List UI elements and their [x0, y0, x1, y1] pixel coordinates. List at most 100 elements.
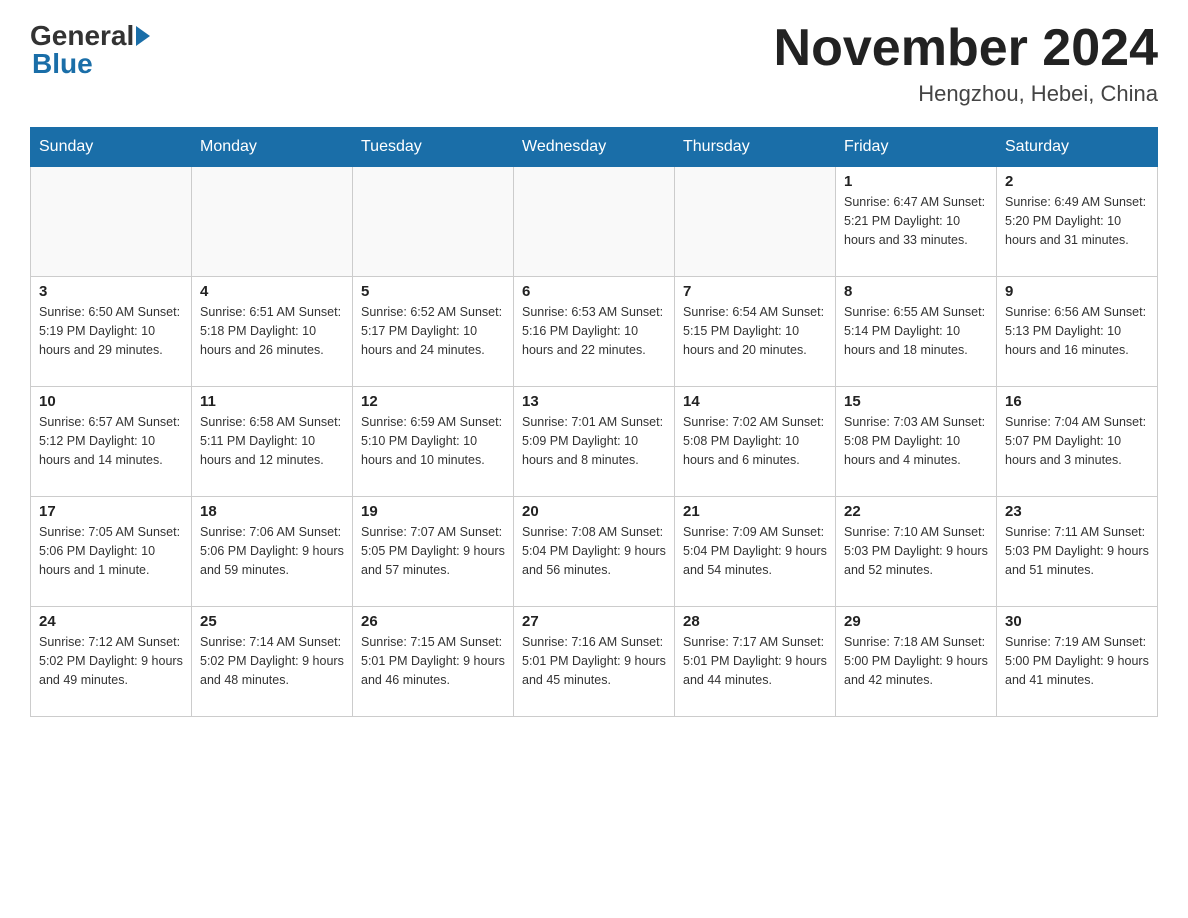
logo: General Blue — [30, 20, 152, 80]
calendar-day-cell: 15Sunrise: 7:03 AM Sunset: 5:08 PM Dayli… — [836, 387, 997, 497]
day-number: 10 — [39, 393, 183, 410]
day-number: 26 — [361, 613, 505, 630]
day-number: 6 — [522, 283, 666, 300]
day-info: Sunrise: 7:16 AM Sunset: 5:01 PM Dayligh… — [522, 633, 666, 689]
calendar-day-cell: 16Sunrise: 7:04 AM Sunset: 5:07 PM Dayli… — [997, 387, 1158, 497]
day-info: Sunrise: 7:18 AM Sunset: 5:00 PM Dayligh… — [844, 633, 988, 689]
day-number: 4 — [200, 283, 344, 300]
calendar-day-cell: 2 Sunrise: 6:49 AM Sunset: 5:20 PM Daylig… — [997, 167, 1158, 277]
day-info: Sunrise: 7:11 AM Sunset: 5:03 PM Dayligh… — [1005, 523, 1149, 579]
header-day-friday: Friday — [836, 128, 997, 167]
day-info: Sunrise: 7:03 AM Sunset: 5:08 PM Dayligh… — [844, 413, 988, 469]
day-info: Sunrise: 7:10 AM Sunset: 5:03 PM Dayligh… — [844, 523, 988, 579]
day-info: Sunrise: 6:59 AM Sunset: 5:10 PM Dayligh… — [361, 413, 505, 469]
day-number: 25 — [200, 613, 344, 630]
calendar-day-cell: 24 Sunrise: 7:12 AM Sunset: 5:02 PM Dayli… — [31, 607, 192, 717]
day-info: Sunrise: 7:12 AM Sunset: 5:02 PM Dayligh… — [39, 633, 183, 689]
day-info: Sunrise: 7:04 AM Sunset: 5:07 PM Dayligh… — [1005, 413, 1149, 469]
calendar-week-row: 24 Sunrise: 7:12 AM Sunset: 5:02 PM Dayli… — [31, 607, 1158, 717]
month-year-title: November 2024 — [774, 20, 1158, 77]
day-number: 23 — [1005, 503, 1149, 520]
calendar-day-cell: 30Sunrise: 7:19 AM Sunset: 5:00 PM Dayli… — [997, 607, 1158, 717]
calendar-day-cell: 8 Sunrise: 6:55 AM Sunset: 5:14 PM Daylig… — [836, 277, 997, 387]
day-number: 9 — [1005, 283, 1149, 300]
day-info: Sunrise: 7:07 AM Sunset: 5:05 PM Dayligh… — [361, 523, 505, 579]
calendar-day-cell — [514, 167, 675, 277]
calendar-day-cell: 25 Sunrise: 7:14 AM Sunset: 5:02 PM Dayli… — [192, 607, 353, 717]
day-info: Sunrise: 6:53 AM Sunset: 5:16 PM Dayligh… — [522, 303, 666, 359]
day-number: 1 — [844, 173, 988, 190]
calendar-day-cell: 22 Sunrise: 7:10 AM Sunset: 5:03 PM Dayli… — [836, 497, 997, 607]
day-number: 14 — [683, 393, 827, 410]
day-info: Sunrise: 7:14 AM Sunset: 5:02 PM Dayligh… — [200, 633, 344, 689]
header-day-monday: Monday — [192, 128, 353, 167]
calendar-header-row: SundayMondayTuesdayWednesdayThursdayFrid… — [31, 128, 1158, 167]
day-info: Sunrise: 6:50 AM Sunset: 5:19 PM Dayligh… — [39, 303, 183, 359]
day-info: Sunrise: 7:02 AM Sunset: 5:08 PM Dayligh… — [683, 413, 827, 469]
day-info: Sunrise: 6:55 AM Sunset: 5:14 PM Dayligh… — [844, 303, 988, 359]
day-number: 20 — [522, 503, 666, 520]
calendar-day-cell: 7 Sunrise: 6:54 AM Sunset: 5:15 PM Daylig… — [675, 277, 836, 387]
page-header: General Blue November 2024 Hengzhou, Heb… — [30, 20, 1158, 107]
calendar-day-cell: 5 Sunrise: 6:52 AM Sunset: 5:17 PM Daylig… — [353, 277, 514, 387]
header-day-sunday: Sunday — [31, 128, 192, 167]
calendar-day-cell: 29Sunrise: 7:18 AM Sunset: 5:00 PM Dayli… — [836, 607, 997, 717]
day-info: Sunrise: 6:56 AM Sunset: 5:13 PM Dayligh… — [1005, 303, 1149, 359]
header-day-tuesday: Tuesday — [353, 128, 514, 167]
day-number: 11 — [200, 393, 344, 410]
day-number: 8 — [844, 283, 988, 300]
calendar-day-cell: 6 Sunrise: 6:53 AM Sunset: 5:16 PM Daylig… — [514, 277, 675, 387]
calendar-week-row: 10 Sunrise: 6:57 AM Sunset: 5:12 PM Dayli… — [31, 387, 1158, 497]
calendar-day-cell: 1 Sunrise: 6:47 AM Sunset: 5:21 PM Daylig… — [836, 167, 997, 277]
day-info: Sunrise: 7:01 AM Sunset: 5:09 PM Dayligh… — [522, 413, 666, 469]
day-number: 24 — [39, 613, 183, 630]
day-number: 3 — [39, 283, 183, 300]
day-info: Sunrise: 6:58 AM Sunset: 5:11 PM Dayligh… — [200, 413, 344, 469]
day-number: 7 — [683, 283, 827, 300]
day-number: 13 — [522, 393, 666, 410]
day-number: 5 — [361, 283, 505, 300]
logo-blue-text: Blue — [32, 48, 93, 80]
day-info: Sunrise: 6:49 AM Sunset: 5:20 PM Dayligh… — [1005, 193, 1149, 249]
calendar-day-cell: 9 Sunrise: 6:56 AM Sunset: 5:13 PM Daylig… — [997, 277, 1158, 387]
day-number: 21 — [683, 503, 827, 520]
header-day-saturday: Saturday — [997, 128, 1158, 167]
calendar-day-cell: 14 Sunrise: 7:02 AM Sunset: 5:08 PM Dayli… — [675, 387, 836, 497]
day-info: Sunrise: 6:47 AM Sunset: 5:21 PM Dayligh… — [844, 193, 988, 249]
calendar-table: SundayMondayTuesdayWednesdayThursdayFrid… — [30, 127, 1158, 717]
day-number: 2 — [1005, 173, 1149, 190]
day-info: Sunrise: 6:57 AM Sunset: 5:12 PM Dayligh… — [39, 413, 183, 469]
day-info: Sunrise: 6:52 AM Sunset: 5:17 PM Dayligh… — [361, 303, 505, 359]
day-number: 12 — [361, 393, 505, 410]
calendar-day-cell — [675, 167, 836, 277]
day-number: 27 — [522, 613, 666, 630]
day-number: 17 — [39, 503, 183, 520]
calendar-day-cell: 20Sunrise: 7:08 AM Sunset: 5:04 PM Dayli… — [514, 497, 675, 607]
calendar-day-cell: 11 Sunrise: 6:58 AM Sunset: 5:11 PM Dayli… — [192, 387, 353, 497]
calendar-day-cell: 10 Sunrise: 6:57 AM Sunset: 5:12 PM Dayli… — [31, 387, 192, 497]
day-number: 28 — [683, 613, 827, 630]
day-number: 22 — [844, 503, 988, 520]
calendar-day-cell: 27 Sunrise: 7:16 AM Sunset: 5:01 PM Dayli… — [514, 607, 675, 717]
day-info: Sunrise: 7:15 AM Sunset: 5:01 PM Dayligh… — [361, 633, 505, 689]
calendar-day-cell: 28 Sunrise: 7:17 AM Sunset: 5:01 PM Dayli… — [675, 607, 836, 717]
day-info: Sunrise: 6:51 AM Sunset: 5:18 PM Dayligh… — [200, 303, 344, 359]
calendar-day-cell: 26 Sunrise: 7:15 AM Sunset: 5:01 PM Dayli… — [353, 607, 514, 717]
calendar-day-cell — [31, 167, 192, 277]
header-day-wednesday: Wednesday — [514, 128, 675, 167]
day-info: Sunrise: 7:06 AM Sunset: 5:06 PM Dayligh… — [200, 523, 344, 579]
day-number: 18 — [200, 503, 344, 520]
calendar-day-cell — [192, 167, 353, 277]
calendar-day-cell: 18 Sunrise: 7:06 AM Sunset: 5:06 PM Dayli… — [192, 497, 353, 607]
day-number: 19 — [361, 503, 505, 520]
calendar-day-cell: 3 Sunrise: 6:50 AM Sunset: 5:19 PM Daylig… — [31, 277, 192, 387]
day-info: Sunrise: 7:17 AM Sunset: 5:01 PM Dayligh… — [683, 633, 827, 689]
day-info: Sunrise: 7:19 AM Sunset: 5:00 PM Dayligh… — [1005, 633, 1149, 689]
calendar-day-cell: 12 Sunrise: 6:59 AM Sunset: 5:10 PM Dayli… — [353, 387, 514, 497]
calendar-day-cell: 4 Sunrise: 6:51 AM Sunset: 5:18 PM Daylig… — [192, 277, 353, 387]
calendar-day-cell: 13 Sunrise: 7:01 AM Sunset: 5:09 PM Dayli… — [514, 387, 675, 497]
calendar-week-row: 3 Sunrise: 6:50 AM Sunset: 5:19 PM Daylig… — [31, 277, 1158, 387]
calendar-day-cell — [353, 167, 514, 277]
day-info: Sunrise: 6:54 AM Sunset: 5:15 PM Dayligh… — [683, 303, 827, 359]
day-info: Sunrise: 7:05 AM Sunset: 5:06 PM Dayligh… — [39, 523, 183, 579]
